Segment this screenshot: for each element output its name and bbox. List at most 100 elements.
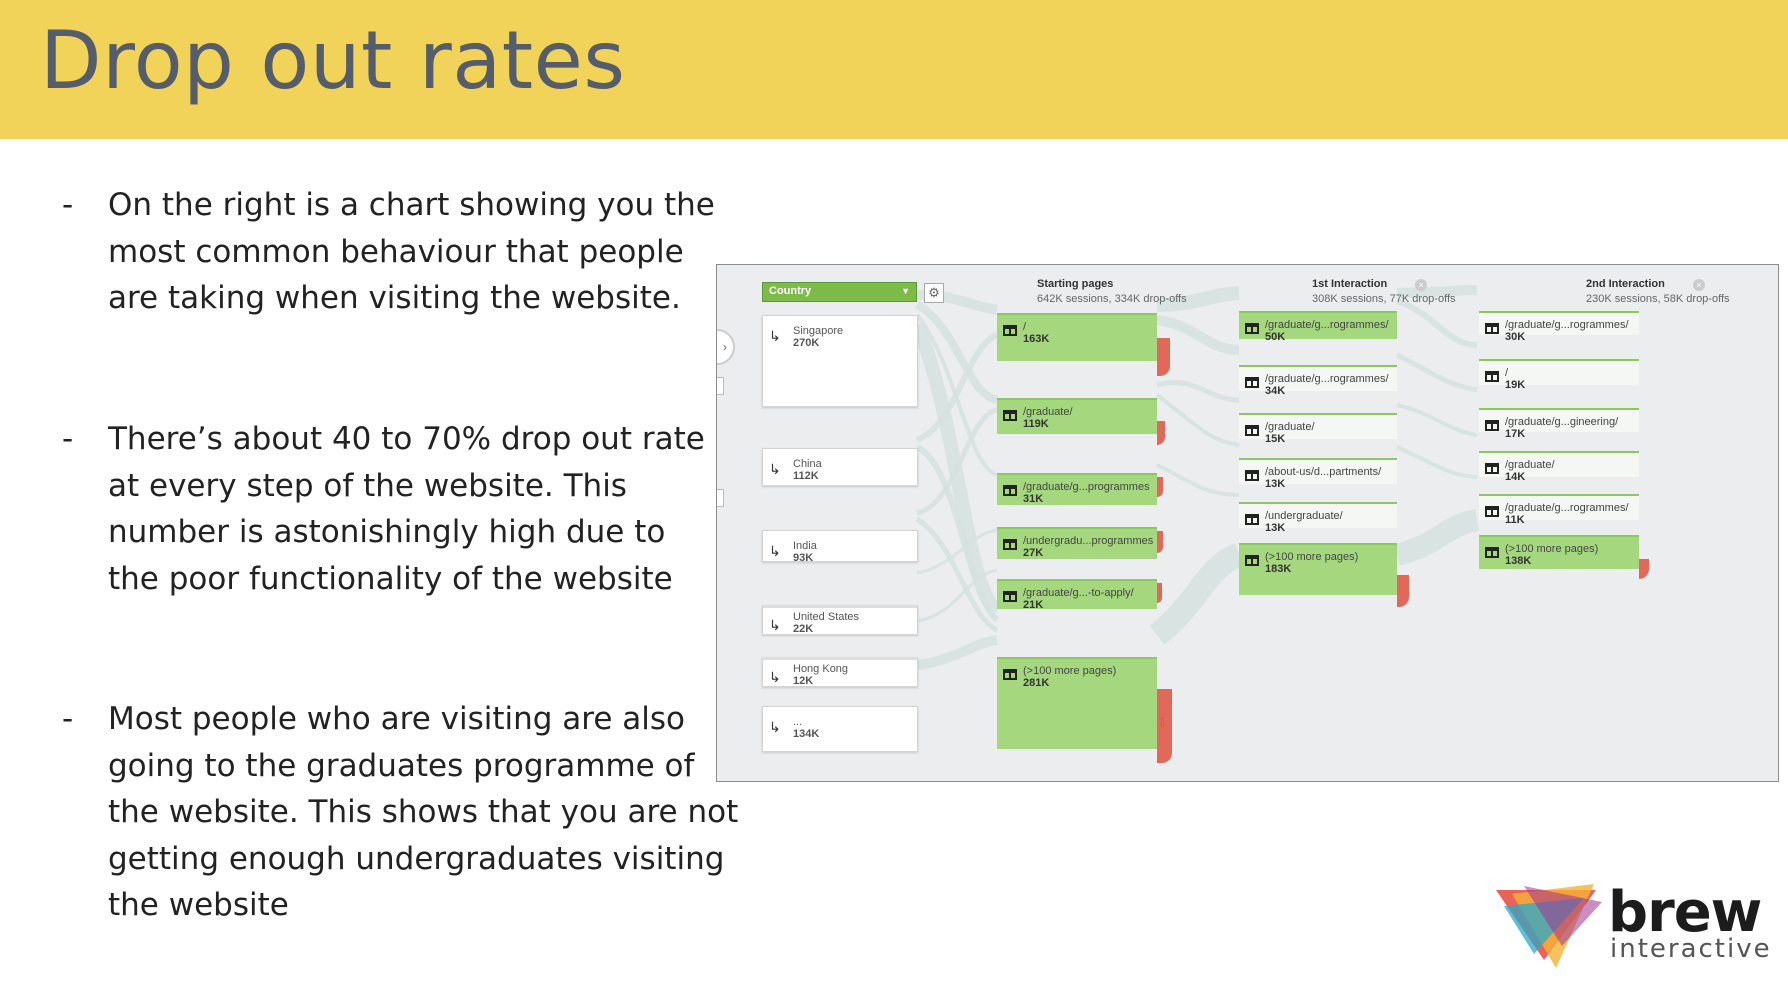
bullet-item: - There’s about 40 to 70% drop out rate a… (58, 416, 718, 602)
page-node[interactable]: /undergradu...programmes 27K (997, 527, 1157, 559)
close-icon[interactable]: × (1693, 279, 1705, 291)
node-label: (>100 more pages) (1265, 551, 1359, 563)
page-icon (1003, 539, 1017, 550)
page-node[interactable]: / 163K (997, 313, 1157, 361)
column-header-1st-interaction: 1st Interaction 308K sessions, 77K drop-… (1312, 278, 1456, 305)
node-value: 281K (1023, 677, 1050, 689)
node-value: 13K (1265, 522, 1286, 534)
page-node[interactable]: (>100 more pages) 183K (1239, 543, 1397, 595)
page-icon (1485, 323, 1499, 334)
node-value: 27K (1023, 547, 1044, 559)
country-node[interactable]: ↳ United States 22K (762, 605, 918, 635)
page-icon (1245, 425, 1259, 436)
page-icon (1485, 547, 1499, 558)
node-value: 34K (1265, 385, 1286, 397)
gear-icon[interactable]: ⚙ (924, 283, 944, 303)
node-value: 50K (1265, 331, 1286, 343)
page-icon (1245, 377, 1259, 388)
column-subtitle: 642K sessions, 334K drop-offs (1037, 293, 1187, 305)
country-node[interactable]: ↳ Hong Kong 12K (762, 657, 918, 687)
drop-off-bar[interactable] (1157, 338, 1170, 376)
bullet-item: - On the right is a chart showing you the… (58, 182, 718, 322)
chevron-down-icon: ▼ (901, 286, 910, 296)
close-icon[interactable]: × (1415, 279, 1427, 291)
node-label: ... (793, 716, 803, 728)
page-icon (1485, 371, 1499, 382)
page-node[interactable]: / 19K (1479, 359, 1639, 391)
page-icon (1485, 420, 1499, 431)
branch-arrow-icon: ↳ (769, 719, 781, 735)
bullet-text: On the right is a chart showing you the … (108, 187, 715, 317)
bullet-text: Most people who are visiting are also go… (108, 701, 739, 924)
country-node[interactable]: ↳ ... 134K (762, 706, 918, 752)
drop-off-bar[interactable] (1157, 583, 1162, 603)
drop-off-bar[interactable] (1397, 575, 1409, 607)
dimension-select[interactable]: Country ▼ (762, 282, 917, 302)
column-header-starting-pages: Starting pages 642K sessions, 334K drop-… (1037, 278, 1187, 305)
country-node[interactable]: ↳ Singapore 270K (762, 315, 918, 407)
drop-off-bar[interactable] (1157, 531, 1163, 553)
column-subtitle: 230K sessions, 58K drop-offs (1586, 293, 1730, 305)
country-node[interactable]: ↳ China 112K (762, 448, 918, 486)
node-value: 119K (1023, 418, 1049, 430)
page-node[interactable]: (>100 more pages) 138K (1479, 535, 1639, 569)
page-icon (1485, 506, 1499, 517)
page-node[interactable]: /undergraduate/ 13K (1239, 502, 1397, 534)
page-node[interactable]: /graduate/g...rogrammes/ 34K (1239, 365, 1397, 397)
scroll-tick (717, 377, 724, 395)
page-icon (1485, 463, 1499, 474)
bullet-dash: - (62, 701, 74, 737)
node-label: China (793, 458, 822, 470)
drop-off-bar[interactable] (1157, 477, 1163, 497)
branch-arrow-icon: ↳ (769, 461, 781, 477)
node-label: /graduate/g...gineering/ (1505, 416, 1619, 428)
brand-tagline: interactive (1610, 934, 1772, 964)
node-label: /graduate/ (1265, 421, 1315, 433)
page-node[interactable]: /graduate/ 14K (1479, 451, 1639, 483)
node-label: /graduate/g...rogrammes/ (1505, 502, 1629, 514)
node-value: 183K (1265, 563, 1292, 575)
node-value: 19K (1505, 379, 1526, 391)
node-label: /about-us/d...partments/ (1265, 466, 1382, 478)
page-node[interactable]: /graduate/ 15K (1239, 413, 1397, 445)
node-label: (>100 more pages) (1505, 543, 1599, 555)
node-value: 134K (793, 728, 820, 740)
page-node[interactable]: /graduate/g...rogrammes/ 11K (1479, 494, 1639, 526)
page-node[interactable]: (>100 more pages) 281K (997, 657, 1157, 749)
page-node[interactable]: /graduate/g...rogrammes/ 50K (1239, 311, 1397, 343)
node-label: /graduate/g...programmes (1023, 481, 1150, 493)
column-subtitle: 308K sessions, 77K drop-offs (1312, 293, 1456, 305)
node-label: Singapore (793, 325, 844, 337)
page-icon (1003, 410, 1017, 421)
page-node[interactable]: /graduate/ 119K (997, 398, 1157, 434)
branch-arrow-icon: ↳ (769, 543, 781, 559)
country-node[interactable]: ↳ India 93K (762, 530, 918, 564)
page-icon (1003, 591, 1017, 602)
node-label: India (793, 540, 817, 552)
page-node[interactable]: /graduate/g...-to-apply/ 21K (997, 579, 1157, 611)
page-icon (1245, 555, 1259, 566)
dimension-select-value: Country (769, 285, 812, 297)
page-node[interactable]: /graduate/g...programmes 31K (997, 473, 1157, 505)
bullet-text: There’s about 40 to 70% drop out rate at… (108, 421, 705, 597)
node-value: 12K (793, 675, 814, 687)
page-node[interactable]: /about-us/d...partments/ 13K (1239, 458, 1397, 490)
page-icon (1003, 325, 1017, 336)
page-icon (1245, 514, 1259, 525)
node-label: /graduate/g...rogrammes/ (1265, 319, 1389, 331)
page-node[interactable]: /graduate/g...gineering/ 17K (1479, 408, 1639, 440)
node-label: /graduate/g...-to-apply/ (1023, 587, 1134, 599)
node-label: / (1505, 367, 1509, 379)
branch-arrow-icon: ↳ (769, 328, 781, 344)
node-value: 21K (1023, 599, 1044, 611)
node-label: /graduate/g...rogrammes/ (1505, 319, 1629, 331)
node-value: 112K (793, 470, 819, 482)
page-icon (1245, 323, 1259, 334)
page-icon (1003, 485, 1017, 496)
bullet-dash: - (62, 187, 74, 223)
node-label: (>100 more pages) (1023, 665, 1117, 677)
page-node[interactable]: /graduate/g...rogrammes/ 30K (1479, 311, 1639, 343)
column-title: 2nd Interaction (1586, 278, 1665, 290)
node-label: /undergradu...programmes (1023, 535, 1154, 547)
node-value: 138K (1505, 555, 1532, 567)
